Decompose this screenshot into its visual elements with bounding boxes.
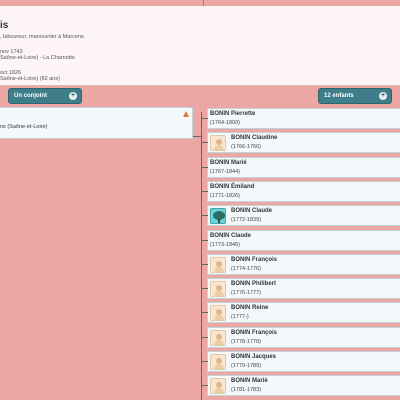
- child-card[interactable]: BONIN Claudine (1766-1766): [202, 132, 400, 154]
- baby-avatar-icon: [210, 378, 226, 395]
- children-button[interactable]: 12 enfants +: [318, 88, 392, 104]
- children-button-label: 12 enfants: [324, 93, 354, 99]
- child-name[interactable]: BONIN Reine: [231, 305, 268, 311]
- expand-plus-icon[interactable]: +: [379, 92, 387, 100]
- child-name[interactable]: BONIN François: [231, 330, 277, 336]
- child-dates: (1774-1776): [231, 265, 261, 272]
- child-card[interactable]: BONIN Claude (1773-1846): [202, 229, 400, 251]
- child-dates: (1764-1800): [210, 120, 240, 126]
- spouses-button[interactable]: Un conjoint +: [8, 88, 82, 104]
- person-occupation: , laboureur, manouvrier à Marcens: [0, 34, 84, 40]
- child-card[interactable]: BONIN François (1778-1778): [202, 326, 400, 348]
- child-card[interactable]: BONIN Philibert (1776-1777): [202, 278, 400, 300]
- child-name[interactable]: BONIN Claude: [210, 233, 251, 239]
- child-name[interactable]: BONIN Philibert: [231, 281, 276, 287]
- expand-plus-icon[interactable]: +: [69, 92, 77, 100]
- child-connector: [202, 215, 208, 217]
- child-connector: [202, 361, 208, 362]
- spouse-card[interactable]: ns (Saône-et-Loire): [0, 107, 193, 139]
- child-card[interactable]: BONIN Émiland (1771-1826): [202, 180, 400, 202]
- baby-avatar-icon: [210, 354, 226, 370]
- child-dates: (1778-1778): [231, 338, 261, 345]
- child-name[interactable]: BONIN François: [231, 257, 277, 263]
- child-dates: (1773-1846): [210, 241, 240, 248]
- child-connector: [202, 118, 208, 119]
- child-name[interactable]: BONIN Pierrette: [210, 111, 255, 117]
- child-connector: [202, 336, 208, 338]
- child-name[interactable]: BONIN Claude: [231, 208, 272, 214]
- child-dates: (1766-1766): [231, 144, 261, 151]
- child-dates: (1776-1777): [231, 290, 261, 297]
- warning-icon: [183, 111, 189, 117]
- child-card[interactable]: BONIN Marié (1781-1783): [202, 375, 400, 397]
- baby-avatar-icon: [210, 329, 226, 346]
- child-card[interactable]: BONIN Jacques (1779-1789): [202, 351, 400, 372]
- child-dates: (1777-): [231, 314, 249, 321]
- person-header: is , laboureur, manouvrier à Marcens nov…: [0, 6, 400, 86]
- child-dates: (1767-1844): [210, 168, 240, 175]
- child-connector: [202, 263, 208, 265]
- child-card[interactable]: BONIN Claude (1772-1839): [202, 205, 400, 227]
- child-dates: (1781-1783): [231, 387, 261, 394]
- baby-avatar-icon: [210, 256, 226, 273]
- child-name[interactable]: BONIN Marié: [231, 378, 268, 384]
- child-dates: (1772-1839): [231, 217, 261, 224]
- spouses-button-label: Un conjoint: [14, 93, 47, 99]
- baby-avatar-icon: [210, 281, 226, 298]
- child-name[interactable]: BONIN Émiland: [210, 184, 254, 190]
- child-card[interactable]: BONIN Pierrette (1764-1800): [202, 108, 400, 129]
- child-name[interactable]: BONIN Claudine: [231, 135, 277, 141]
- person-death-place: Saône-et-Loire) (82 ans): [0, 76, 60, 82]
- child-card[interactable]: BONIN Marié (1767-1844): [202, 156, 400, 178]
- child-dates: (1779-1789): [231, 363, 261, 369]
- child-name[interactable]: BONIN Jacques: [231, 354, 276, 360]
- baby-avatar-icon: [210, 305, 226, 322]
- child-dates: (1771-1826): [210, 192, 240, 199]
- child-connector: [202, 190, 208, 192]
- person-name: is: [0, 20, 9, 31]
- tree-photo-icon: [210, 208, 226, 225]
- child-connector: [202, 239, 208, 241]
- child-name[interactable]: BONIN Marié: [210, 160, 247, 166]
- child-connector: [202, 166, 208, 168]
- child-connector: [202, 288, 208, 290]
- person-birth-place: Saône-et-Loire) - La Charnotte: [0, 55, 75, 61]
- child-card[interactable]: BONIN François (1774-1776): [202, 253, 400, 275]
- child-card[interactable]: BONIN Reine (1777-): [202, 302, 400, 324]
- child-connector: [202, 142, 208, 144]
- baby-avatar-icon: [210, 135, 226, 152]
- child-connector: [202, 385, 208, 387]
- child-connector: [202, 312, 208, 314]
- children-connector: [201, 112, 202, 400]
- spouse-place: ns (Saône-et-Loire): [0, 124, 48, 130]
